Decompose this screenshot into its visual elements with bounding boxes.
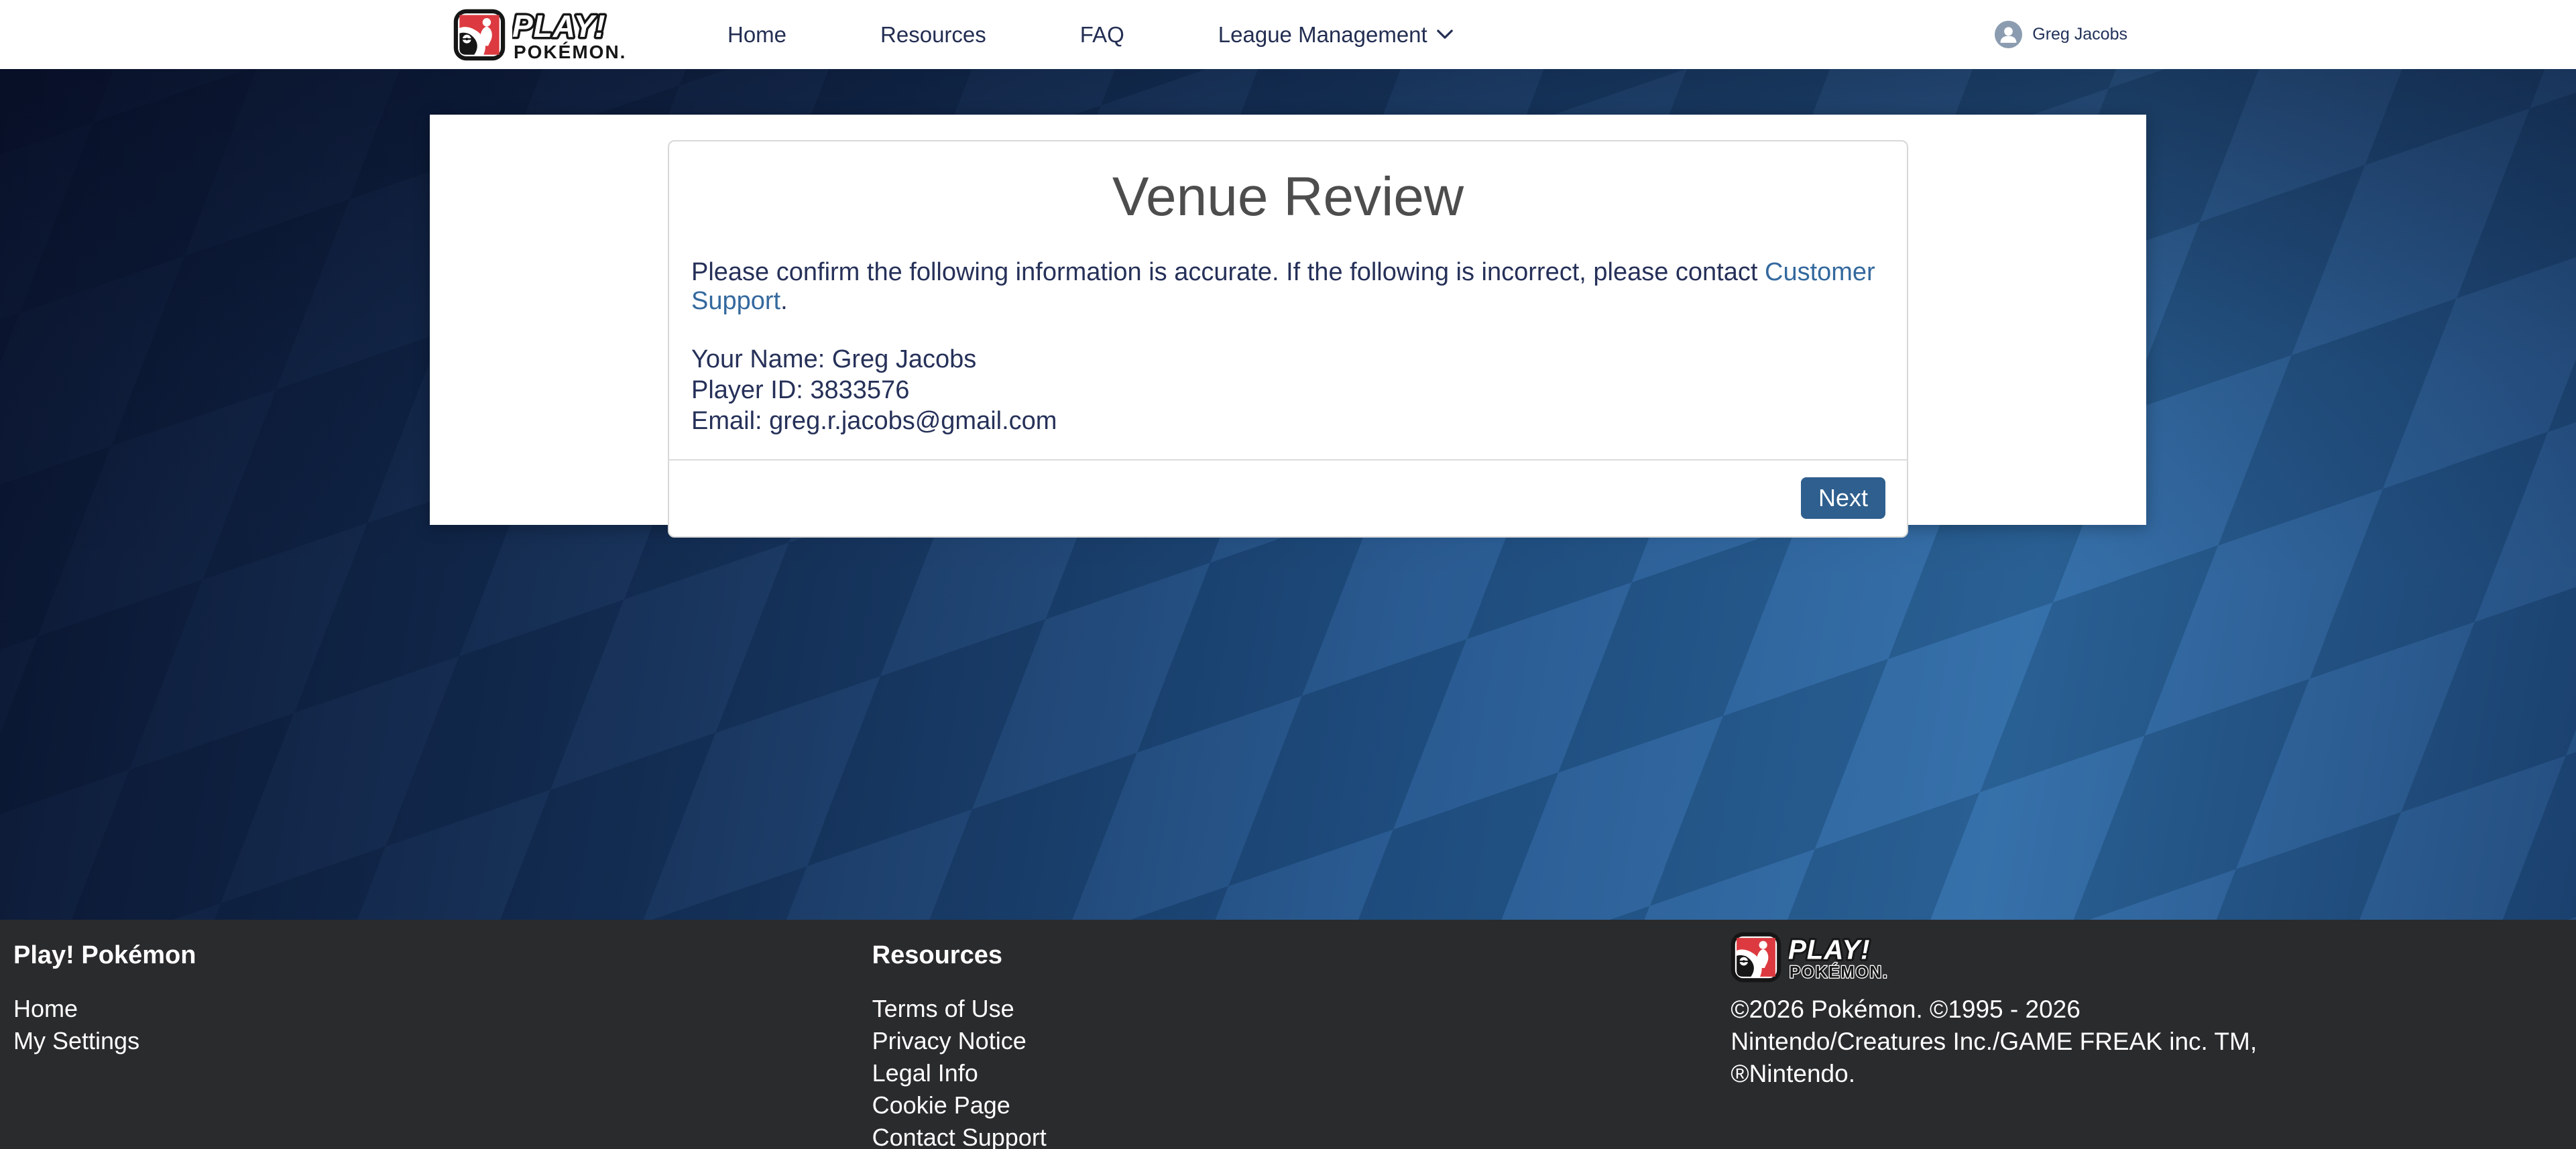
footer-column-legal: PLAY! POKÉMON. ©2026 Pokémon. ©1995 - 20… bbox=[1717, 937, 2576, 1149]
player-id-line: Player ID: 3833576 bbox=[691, 375, 1885, 406]
user-menu[interactable]: Greg Jacobs bbox=[1995, 21, 2127, 48]
footer-link-privacy-notice[interactable]: Privacy Notice bbox=[872, 1025, 1704, 1057]
player-name-label: Your Name: bbox=[691, 345, 825, 373]
player-info: Your Name: Greg Jacobs Player ID: 383357… bbox=[691, 344, 1885, 436]
footer-link-terms-of-use[interactable]: Terms of Use bbox=[872, 993, 1704, 1025]
confirm-text-prefix: Please confirm the following information… bbox=[691, 258, 1765, 286]
play-pokemon-wordmark: PLAY! POKÉMON. bbox=[512, 7, 665, 62]
wordmark-play: PLAY! bbox=[512, 9, 606, 44]
user-name: Greg Jacobs bbox=[2032, 25, 2127, 44]
confirm-text: Please confirm the following information… bbox=[691, 258, 1885, 316]
player-id-label: Player ID: bbox=[691, 376, 803, 404]
header-left: PLAY! POKÉMON. Home Resources FAQ League… bbox=[453, 7, 1453, 62]
nav-league-management[interactable]: League Management bbox=[1218, 22, 1453, 48]
wordmark-pokemon: POKÉMON. bbox=[1790, 963, 1889, 982]
footer-link-my-settings[interactable]: My Settings bbox=[13, 1025, 845, 1057]
player-email-label: Email: bbox=[691, 407, 762, 435]
nav-home[interactable]: Home bbox=[727, 22, 786, 48]
footer-link-home[interactable]: Home bbox=[13, 993, 845, 1025]
wordmark-pokemon: POKÉMON. bbox=[514, 42, 626, 62]
wordmark-play: PLAY! bbox=[1788, 934, 1870, 965]
top-navbar: PLAY! POKÉMON. Home Resources FAQ League… bbox=[0, 0, 2576, 69]
play-pokemon-badge-icon bbox=[1731, 932, 1781, 983]
footer-heading-play-pokemon: Play! Pokémon bbox=[13, 941, 845, 970]
play-pokemon-logo[interactable]: PLAY! POKÉMON. bbox=[453, 7, 665, 62]
footer-play-pokemon-wordmark: PLAY! POKÉMON. bbox=[1788, 932, 1922, 983]
copyright-line: Nintendo/Creatures Inc./GAME FREAK inc. … bbox=[1731, 1026, 2563, 1058]
copyright-line: ©2026 Pokémon. ©1995 - 2026 bbox=[1731, 993, 2563, 1026]
player-email-value: greg.r.jacobs@gmail.com bbox=[769, 407, 1057, 435]
nav-faq[interactable]: FAQ bbox=[1080, 22, 1124, 48]
player-name-line: Your Name: Greg Jacobs bbox=[691, 344, 1885, 375]
footer-column-resources: Resources Terms of Use Privacy Notice Le… bbox=[859, 937, 1718, 1149]
card-body: Venue Review Please confirm the followin… bbox=[669, 141, 1907, 459]
page-footer: Play! Pokémon Home My Settings Resources… bbox=[0, 920, 2576, 1149]
user-avatar-icon bbox=[1995, 21, 2022, 48]
footer-column-play-pokemon: Play! Pokémon Home My Settings bbox=[0, 937, 859, 1149]
footer-heading-resources: Resources bbox=[872, 941, 1704, 970]
chevron-down-icon bbox=[1437, 29, 1453, 40]
card-footer: Next bbox=[669, 459, 1907, 536]
player-email-line: Email: greg.r.jacobs@gmail.com bbox=[691, 406, 1885, 436]
venue-review-card: Venue Review Please confirm the followin… bbox=[668, 140, 1908, 538]
page-title: Venue Review bbox=[691, 164, 1885, 230]
primary-nav: Home Resources FAQ League Management bbox=[727, 22, 1453, 48]
player-id-value: 3833576 bbox=[810, 376, 909, 404]
page-root: PLAY! POKÉMON. Home Resources FAQ League… bbox=[0, 0, 2576, 1149]
footer-link-legal-info[interactable]: Legal Info bbox=[872, 1057, 1704, 1089]
content-wrapper: Venue Review Please confirm the followin… bbox=[430, 115, 2146, 525]
footer-link-cookie-page[interactable]: Cookie Page bbox=[872, 1089, 1704, 1122]
play-pokemon-badge-icon bbox=[453, 9, 506, 61]
copyright-line: ®Nintendo. bbox=[1731, 1058, 2563, 1090]
footer-link-contact-support[interactable]: Contact Support bbox=[872, 1122, 1704, 1149]
footer-play-pokemon-logo: PLAY! POKÉMON. bbox=[1731, 932, 2563, 983]
player-name-value: Greg Jacobs bbox=[832, 345, 976, 373]
confirm-text-suffix: . bbox=[780, 287, 788, 315]
next-button[interactable]: Next bbox=[1801, 477, 1885, 519]
nav-resources[interactable]: Resources bbox=[880, 22, 986, 48]
page-background: Venue Review Please confirm the followin… bbox=[0, 69, 2576, 920]
nav-league-management-label: League Management bbox=[1218, 22, 1427, 48]
